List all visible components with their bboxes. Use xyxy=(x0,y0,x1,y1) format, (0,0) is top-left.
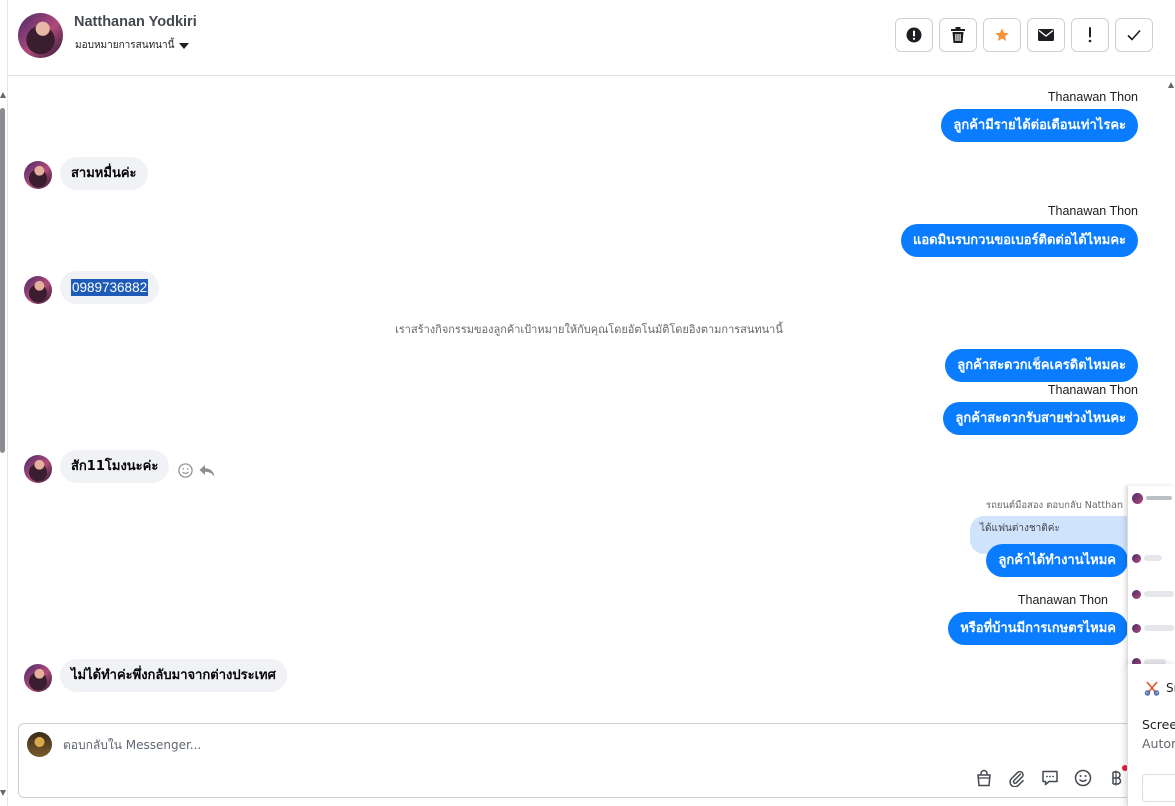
scroll-down-icon[interactable] xyxy=(0,790,6,796)
thumb-row xyxy=(1132,553,1162,563)
scrollbar-thumb[interactable] xyxy=(0,108,5,453)
star-button[interactable] xyxy=(983,18,1021,52)
contact-avatar-small[interactable] xyxy=(24,276,52,304)
emoji-icon[interactable] xyxy=(1073,768,1093,788)
notification-button[interactable] xyxy=(1142,774,1175,802)
envelope-icon xyxy=(1038,29,1054,41)
outgoing-message[interactable]: ลูกค้าสะดวกรับสายช่วงไหนคะ xyxy=(943,402,1138,435)
spam-button[interactable] xyxy=(895,18,933,52)
sender-name: Thanawan Thon xyxy=(1047,204,1138,218)
react-emoji-icon[interactable] xyxy=(178,463,193,478)
message-composer xyxy=(18,723,1135,798)
reply-context: รถยนต์มือสอง ตอบกลับ Natthan xyxy=(986,500,1123,511)
follow-up-button[interactable] xyxy=(1071,18,1109,52)
contact-avatar-small[interactable] xyxy=(24,664,52,692)
incoming-message[interactable]: สามหมื่นค่ะ xyxy=(60,157,148,190)
baht-icon[interactable] xyxy=(1106,765,1128,788)
incoming-message[interactable]: ไม่ได้ทำค่ะพึ่งกลับมาจากต่างประเทศ xyxy=(60,659,287,692)
incoming-message[interactable]: 0989736882 xyxy=(60,271,160,304)
reply-icon[interactable] xyxy=(199,464,215,478)
incoming-message[interactable]: สัก11โมงนะค่ะ xyxy=(60,450,170,483)
assign-conversation-dropdown[interactable]: มอบหมายการสนทนานี้ xyxy=(75,38,190,53)
right-scrollbar[interactable] xyxy=(1166,77,1175,497)
paperclip-icon[interactable] xyxy=(1007,768,1027,788)
snipping-tool-icon xyxy=(1144,681,1160,696)
notification-text: Scree xyxy=(1142,717,1175,732)
left-scrollbar[interactable] xyxy=(0,0,8,806)
selected-phone-number[interactable]: 0989736882 xyxy=(71,279,149,296)
sender-name: Thanawan Thon xyxy=(1047,383,1138,397)
contact-avatar[interactable] xyxy=(18,13,63,58)
page-avatar xyxy=(27,732,52,757)
thumbnail-preview-window[interactable] xyxy=(1127,486,1175,666)
outgoing-message[interactable]: ลูกค้าได้ทำงานไหมค xyxy=(986,544,1128,577)
check-icon xyxy=(1127,29,1141,41)
mark-done-button[interactable] xyxy=(1115,18,1153,52)
scroll-up-icon[interactable] xyxy=(0,92,6,98)
message-thread[interactable]: Thanawan Thon ลูกค้ามีรายได้ต่อเดือนเท่า… xyxy=(8,77,1138,717)
saved-reply-icon[interactable] xyxy=(1040,768,1060,788)
contact-avatar-small[interactable] xyxy=(24,161,52,189)
delete-button[interactable] xyxy=(939,18,977,52)
notification-title: Sn xyxy=(1166,681,1175,695)
screenshot-notification[interactable]: Sn Scree Autor xyxy=(1127,664,1175,806)
notification-subtext: Autor xyxy=(1142,736,1175,751)
scroll-up-icon[interactable] xyxy=(1168,82,1174,88)
thumb-header xyxy=(1132,492,1172,504)
assign-label: มอบหมายการสนทนานี้ xyxy=(75,40,175,51)
star-icon xyxy=(995,28,1009,41)
system-note: เราสร้างกิจกรรมของลูกค้าเป้าหมายให้กับคุ… xyxy=(395,323,783,336)
exclamation-icon xyxy=(1088,27,1092,43)
reply-input[interactable] xyxy=(63,738,563,752)
chevron-down-icon xyxy=(179,43,190,49)
thumb-row xyxy=(1132,623,1174,633)
outgoing-message[interactable]: ลูกค้าสะดวกเช็คเครดิตไหมคะ xyxy=(945,349,1138,382)
sender-name: Thanawan Thon xyxy=(1047,90,1138,104)
alert-circle-icon xyxy=(906,27,922,43)
outgoing-message[interactable]: ลูกค้ามีรายได้ต่อเดือนเท่าไรคะ xyxy=(941,109,1138,142)
shop-bag-icon[interactable] xyxy=(974,768,994,788)
conversation-header: Natthanan Yodkiri มอบหมายการสนทนานี้ xyxy=(8,0,1175,76)
sender-name: Thanawan Thon xyxy=(1017,593,1108,607)
thumb-row xyxy=(1132,589,1174,599)
outgoing-message[interactable]: แอดมินรบกวนขอเบอร์ติดต่อได้ไหมคะ xyxy=(900,224,1138,257)
contact-avatar-small[interactable] xyxy=(24,455,52,483)
contact-name[interactable]: Natthanan Yodkiri xyxy=(74,14,197,30)
message-tools xyxy=(178,463,215,478)
outgoing-message[interactable]: หรือที่บ้านมีการเกษตรไหมค xyxy=(948,612,1128,645)
conversation-actions xyxy=(895,18,1153,52)
trash-icon xyxy=(951,27,965,43)
mark-unread-button[interactable] xyxy=(1027,18,1065,52)
composer-toolbar xyxy=(974,765,1128,788)
